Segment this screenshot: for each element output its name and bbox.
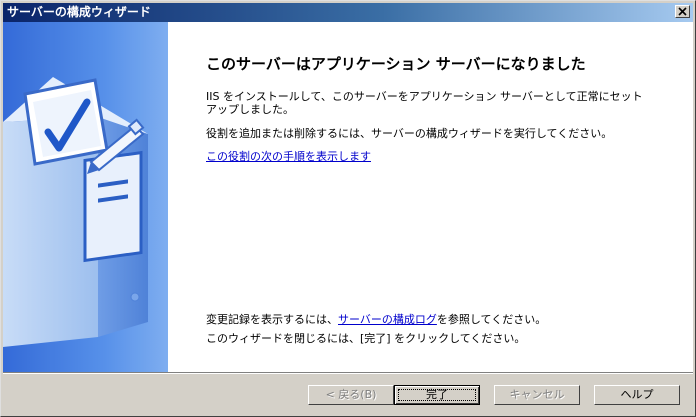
back-button[interactable]: < 戻る(B) (308, 385, 394, 405)
close-instruction: このウィザードを閉じるには、[完了] をクリックしてください。 (206, 332, 526, 345)
close-icon (678, 7, 687, 16)
cancel-button[interactable]: キャンセル (494, 385, 580, 405)
log-instruction: 変更記録を表示するには、サーバーの構成ログを参照してください。 (206, 313, 546, 326)
wizard-window: サーバーの構成ウィザード このサーバーはアプリケーション サーバーになりました … (0, 0, 696, 417)
page-title: このサーバーはアプリケーション サーバーになりました (206, 55, 586, 73)
wizard-content: このサーバーはアプリケーション サーバーになりました IIS をインストールして… (3, 22, 693, 372)
success-message: IIS をインストールして、このサーバーをアプリケーション サーバーとして正常に… (206, 90, 643, 116)
next-steps-link[interactable]: この役割の次の手順を表示します (206, 150, 371, 163)
help-button[interactable]: ヘルプ (594, 385, 680, 405)
window-title: サーバーの構成ウィザード (7, 5, 151, 19)
finish-button-label: 完了 (426, 388, 448, 401)
close-button[interactable] (675, 5, 690, 18)
cancel-button-label: キャンセル (509, 388, 565, 401)
log-prefix: 変更記録を表示するには、 (206, 313, 338, 326)
log-suffix: を参照してください。 (436, 313, 547, 326)
finish-button[interactable]: 完了 (394, 385, 480, 405)
back-button-label: < 戻る(B) (325, 388, 377, 401)
help-button-label: ヘルプ (620, 388, 654, 401)
side-panel (3, 22, 168, 372)
checklist-server-illustration (3, 22, 168, 372)
add-remove-instruction: 役割を追加または削除するには、サーバーの構成ウィザードを実行してください。 (206, 127, 613, 140)
button-separator (3, 372, 693, 374)
configuration-log-link[interactable]: サーバーの構成ログ (338, 313, 437, 326)
title-bar[interactable]: サーバーの構成ウィザード (3, 3, 693, 22)
